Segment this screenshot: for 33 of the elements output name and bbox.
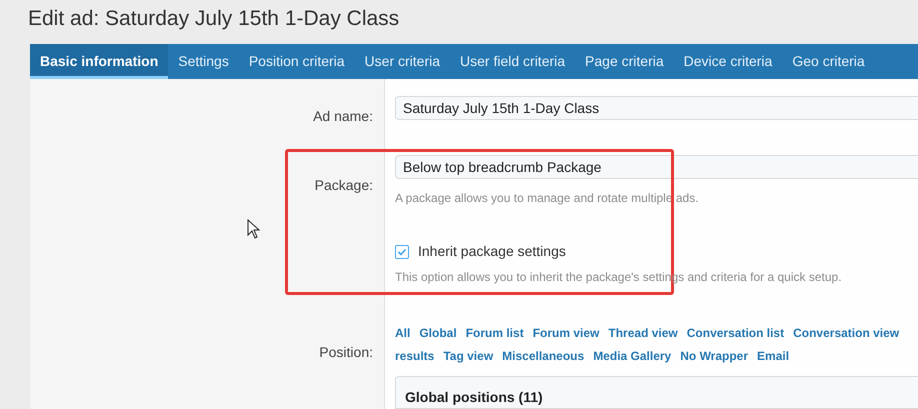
tab[interactable]: Position criteria [238, 44, 355, 79]
filter-link[interactable]: Forum list [466, 324, 524, 342]
field-label: Position: [319, 343, 373, 362]
tab[interactable]: Device criteria [674, 44, 782, 79]
filter-link[interactable]: results [395, 347, 434, 365]
checkbox-label: Inherit package settings [418, 242, 566, 261]
section-header: Global positions (11) [395, 376, 918, 409]
filter-link[interactable]: Miscellaneous [502, 347, 584, 365]
tab[interactable]: User field criteria [450, 44, 576, 79]
tab[interactable]: Geo criteria [782, 44, 875, 79]
tab[interactable]: Settings [168, 44, 239, 79]
filter-link[interactable]: All [395, 324, 410, 342]
filter-link[interactable]: Email [757, 347, 790, 365]
page-title: Edit ad: Saturday July 15th 1-Day Class [27, 6, 400, 32]
field-label: Package: [314, 176, 373, 195]
hint-text: A package allows you to manage and rotate multiple ads. [395, 190, 700, 207]
filter-link[interactable]: Thread view [608, 324, 678, 342]
tab[interactable]: Basic information [30, 44, 168, 79]
tab[interactable]: Page criteria [575, 44, 674, 79]
field-label: Ad name: [313, 107, 373, 126]
filter-link[interactable]: No Wrapper [680, 347, 748, 365]
filter-link[interactable]: Conversation list [686, 324, 784, 342]
filter-link[interactable]: Forum view [532, 324, 600, 342]
mouse-cursor-icon [247, 219, 260, 239]
checkmark-icon [397, 246, 407, 256]
tab[interactable]: User criteria [354, 44, 450, 79]
text-field[interactable]: Saturday July 15th 1-Day Class [395, 96, 918, 120]
checkbox[interactable] [395, 244, 409, 258]
filter-link[interactable]: Tag view [443, 347, 494, 365]
filter-link[interactable]: Conversation view [793, 324, 900, 342]
filter-link[interactable]: Media Gallery [593, 347, 672, 365]
text-field[interactable]: Below top breadcrumb Package [395, 155, 918, 179]
filter-link[interactable]: Global [419, 324, 457, 342]
